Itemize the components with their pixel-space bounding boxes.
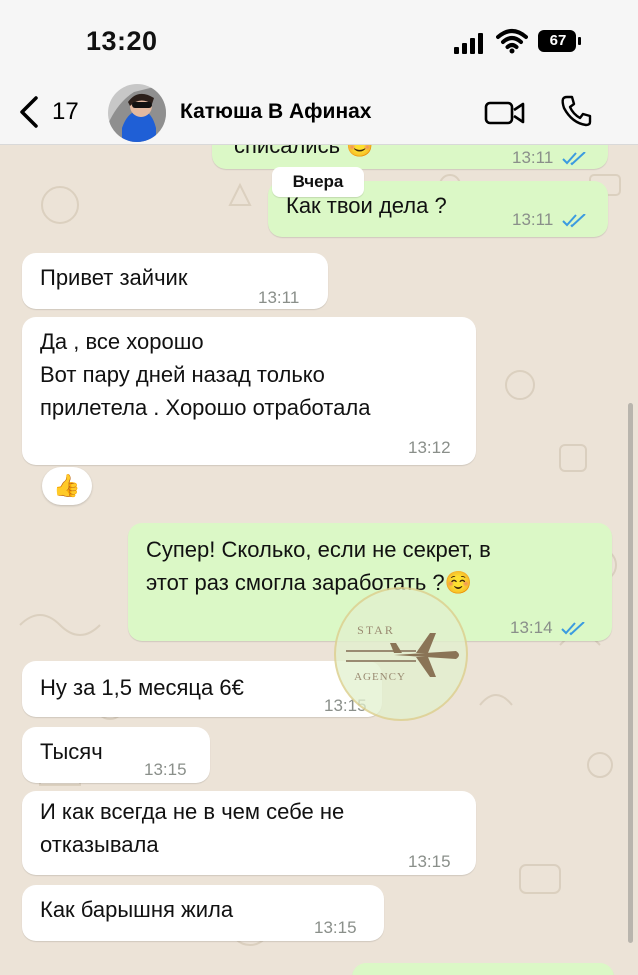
reaction-badge[interactable]: 👍 [42, 467, 92, 505]
cellular-signal-icon [454, 33, 483, 54]
phone-call-icon[interactable] [560, 94, 594, 128]
message-meta: 13:11 [512, 203, 588, 236]
message-time: 13:11 [512, 148, 554, 167]
message-time: 13:11 [258, 288, 300, 307]
star-agency-watermark: STAR AGENCY [334, 587, 468, 721]
airplane-icon [346, 633, 459, 677]
read-ticks-icon [562, 151, 586, 165]
chat-header: 17 Катюша В Афинах [0, 82, 638, 145]
message-time: 13:15 [314, 918, 357, 937]
message-text: И как всегда не в чем себе не отказывала [40, 799, 345, 857]
message-time: 13:11 [512, 210, 554, 229]
message-bubble-incoming[interactable]: Тысяч 13:15 [22, 727, 210, 783]
message-text: Ну за 1,5 месяца 6€ [40, 675, 244, 700]
message-text: списались 😊 [234, 145, 374, 158]
message-time: 13:15 [144, 760, 187, 779]
message-bubble-incoming[interactable]: И как всегда не в чем себе не отказывала… [22, 791, 476, 875]
wifi-icon [496, 29, 528, 54]
status-time: 13:20 [86, 26, 158, 56]
message-time: 13:14 [510, 618, 553, 637]
message-bubble-incoming[interactable]: Да , все хорошо Вот пару дней назад толь… [22, 317, 476, 465]
read-ticks-icon [562, 213, 586, 227]
message-bubble-outgoing-partial[interactable] [352, 963, 614, 975]
contact-avatar[interactable] [108, 84, 166, 142]
message-text: Тысяч [40, 739, 103, 764]
back-unread-count[interactable]: 17 [52, 98, 79, 126]
message-text: Привет зайчик [40, 265, 188, 290]
back-chevron-icon[interactable] [18, 96, 40, 128]
message-bubble-incoming[interactable]: Как барышня жила 13:15 [22, 885, 384, 941]
message-meta: 13:11 [512, 145, 588, 174]
contact-name[interactable]: Катюша В Афинах [180, 100, 371, 124]
message-bubble-incoming[interactable]: Ну за 1,5 месяца 6€ 13:15 [22, 661, 382, 717]
message-meta: 13:14 [510, 611, 587, 644]
scrollbar[interactable] [628, 403, 633, 943]
message-text: Как барышня жила [40, 897, 234, 922]
read-ticks-icon [561, 621, 585, 635]
message-bubble-outgoing[interactable]: списались 😊 13:11 [212, 145, 608, 169]
status-bar: 13:20 67 [0, 0, 638, 82]
message-time: 13:12 [408, 438, 451, 457]
video-call-icon[interactable] [484, 98, 526, 128]
date-separator: Вчера [272, 167, 364, 197]
battery-level: 67 [549, 32, 567, 49]
message-time: 13:15 [408, 852, 451, 871]
message-list[interactable]: списались 😊 13:11 Как твои дела ? 13:11 … [0, 145, 638, 975]
watermark-text-bottom: AGENCY [354, 671, 406, 683]
message-bubble-incoming[interactable]: Привет зайчик 13:11 [22, 253, 328, 309]
message-text: Да , все хорошо Вот пару дней назад толь… [40, 329, 371, 420]
